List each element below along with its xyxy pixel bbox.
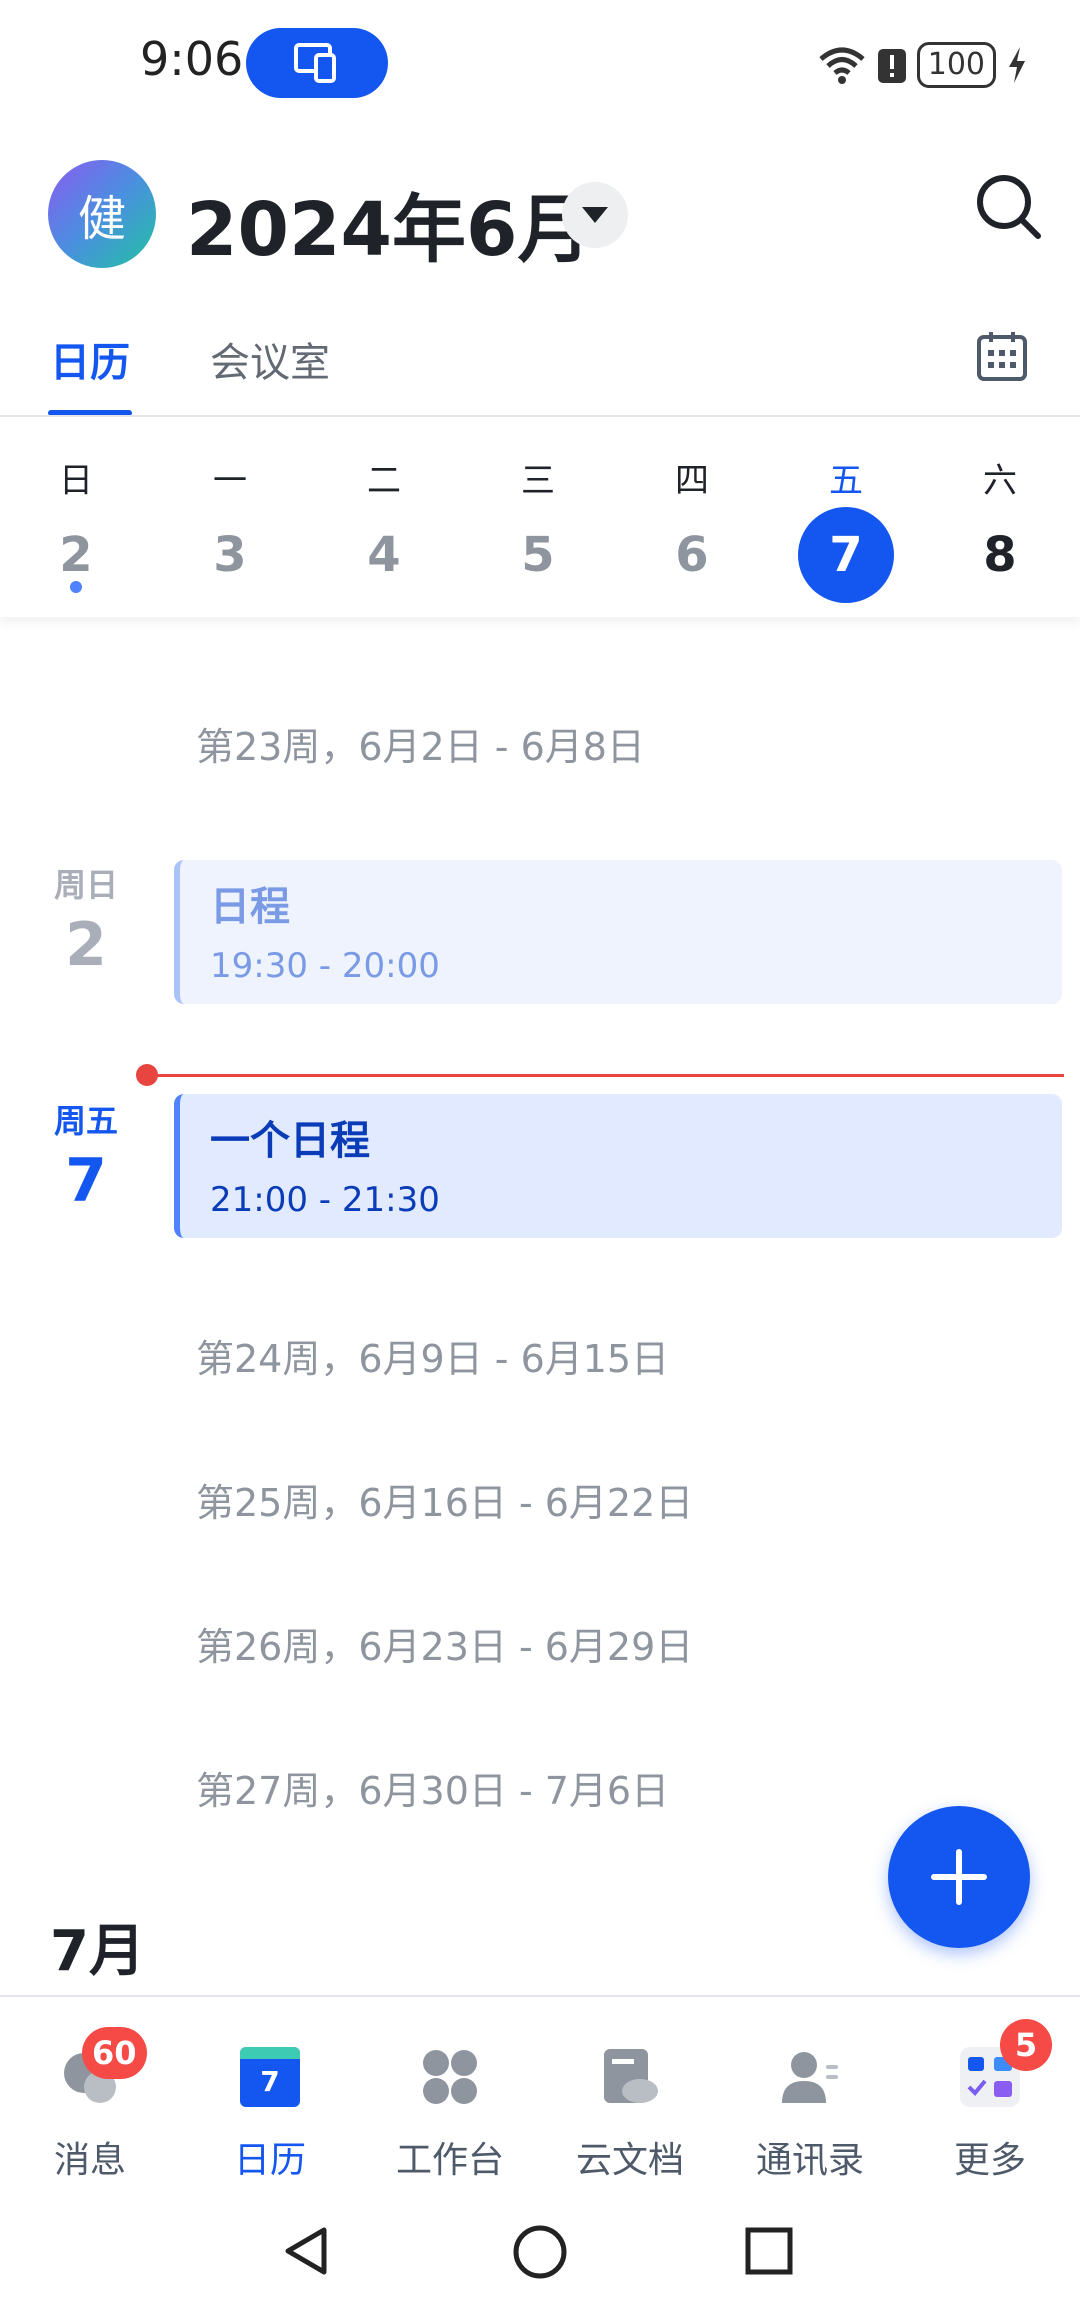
month-dropdown-button[interactable] [562, 182, 628, 248]
event-dot [70, 581, 82, 593]
week-header: 第23周，6月2日 - 6月8日 [196, 725, 645, 769]
status-time: 9:06 [140, 32, 244, 86]
week-strip: 日 2 一 3 二 4 三 5 四 6 五 7 六 8 [0, 417, 1080, 617]
unread-badge: 60 [82, 2027, 147, 2079]
event-card[interactable]: 一个日程 21:00 - 21:30 [174, 1094, 1062, 1238]
system-navigation-bar [0, 2200, 1080, 2310]
day-number: 2 [65, 910, 107, 980]
week-header: 第24周，6月9日 - 6月15日 [196, 1337, 670, 1381]
nav-label: 日历 [233, 2140, 306, 2181]
event-time: 21:00 - 21:30 [210, 1180, 440, 1220]
search-icon [977, 175, 1041, 239]
tab-meeting-room[interactable]: 会议室 [210, 330, 330, 388]
page-title[interactable]: 2024年6月 [186, 170, 591, 277]
day-label-friday: 周五 7 [30, 1096, 142, 1216]
day-label-sunday: 周日 2 [30, 860, 142, 980]
nav-item-calendar[interactable]: 7 日历 [180, 1997, 360, 2197]
day-weekday: 周五 [53, 1102, 118, 1140]
avatar[interactable]: 健 [48, 160, 156, 268]
current-time-line [146, 1074, 1064, 1077]
status-icons: 100 [817, 40, 1028, 90]
wifi-icon [819, 47, 865, 84]
day-number: 5 [521, 527, 555, 583]
nav-item-workplace[interactable]: 工作台 [360, 1997, 540, 2197]
weekday-label: 日 [59, 461, 93, 501]
weekday-label: 四 [675, 461, 709, 501]
month-section-title: 7月 [50, 1919, 145, 1984]
home-icon[interactable] [512, 2224, 568, 2280]
tab-calendar[interactable]: 日历 [50, 330, 130, 388]
weekday-label: 一 [213, 461, 247, 501]
nav-item-contacts[interactable]: 通讯录 [720, 1997, 900, 2197]
calendar-icon-number: 7 [260, 2065, 280, 2098]
nav-item-more[interactable]: 5 更多 [900, 1997, 1080, 2197]
calendar-icon: 7 [240, 2047, 300, 2107]
weekday-label: 二 [367, 461, 401, 501]
calendar-view-button[interactable] [976, 330, 1028, 382]
charging-icon [1009, 47, 1025, 83]
day-number: 3 [213, 527, 247, 583]
add-event-button[interactable] [888, 1806, 1030, 1948]
nav-item-docs[interactable]: 云文档 [540, 1997, 720, 2197]
weekday-label: 六 [983, 461, 1017, 501]
event-time: 19:30 - 20:00 [210, 946, 440, 986]
day-number: 7 [65, 1146, 107, 1216]
nav-label: 云文档 [575, 2140, 684, 2181]
week-header: 第25周，6月16日 - 6月22日 [196, 1481, 694, 1525]
day-number: 8 [983, 527, 1017, 583]
bottom-nav: 60 消息 7 日历 工作台 云文档 通讯录 5 更多 [0, 1997, 1080, 2197]
day-number: 6 [675, 527, 709, 583]
day-number: 4 [367, 527, 401, 583]
nav-label: 工作台 [395, 2140, 504, 2181]
screen-cast-pill[interactable] [246, 28, 388, 98]
plus-icon [931, 1849, 987, 1905]
day-weekday: 周日 [53, 866, 118, 904]
nav-label: 更多 [953, 2140, 1026, 2181]
alert-icon [877, 49, 906, 83]
weekday-label: 五 [829, 461, 863, 501]
weekday-label: 三 [521, 461, 555, 501]
screen-cast-icon [294, 43, 336, 83]
day-number-selected: 7 [798, 507, 894, 603]
event-title: 日程 [210, 884, 290, 930]
current-time-dot [136, 1064, 158, 1086]
search-button[interactable] [974, 172, 1044, 242]
event-card[interactable]: 日程 19:30 - 20:00 [174, 860, 1062, 1004]
caret-down-icon [582, 207, 608, 223]
nav-label: 通讯录 [755, 2140, 864, 2181]
nav-label: 消息 [53, 2140, 126, 2181]
week-header: 第27周，6月30日 - 7月6日 [196, 1769, 670, 1813]
cloud-doc-icon [604, 2049, 658, 2103]
notification-badge: 5 [1000, 2019, 1052, 2071]
week-header: 第26周，6月23日 - 6月29日 [196, 1625, 694, 1669]
back-icon[interactable] [280, 2224, 334, 2278]
recents-icon[interactable] [744, 2226, 794, 2276]
calendar-grid-icon [977, 332, 1027, 381]
contacts-icon [782, 2052, 838, 2103]
battery-icon: 100 [916, 42, 996, 88]
event-title: 一个日程 [210, 1118, 370, 1164]
nav-item-messages[interactable]: 60 消息 [0, 1997, 180, 2197]
grid-apps-icon [423, 2050, 477, 2104]
